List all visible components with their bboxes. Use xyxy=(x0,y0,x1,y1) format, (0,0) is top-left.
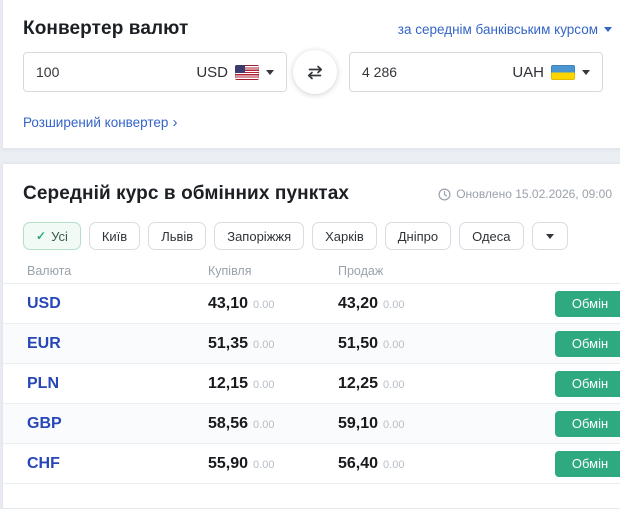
rate-table-row: GBP 58,56 0.00 59,10 0.00 Обмін xyxy=(3,404,620,444)
chip-label: Запоріжжя xyxy=(227,229,291,244)
sell-rate-change: 0.00 xyxy=(383,299,404,311)
column-header-buy: Купівля xyxy=(208,264,338,278)
sell-rate-change: 0.00 xyxy=(383,379,404,391)
sell-rate-change: 0.00 xyxy=(383,419,404,431)
chip-label: Львів xyxy=(161,229,193,244)
chip-label: Одеса xyxy=(472,229,510,244)
buy-rate-change: 0.00 xyxy=(253,459,274,471)
swap-icon xyxy=(304,64,326,81)
from-currency-select[interactable]: USD xyxy=(196,64,274,81)
exchange-rates-card: Середній курс в обмінних пунктах Оновлен… xyxy=(2,163,620,509)
caret-down-icon xyxy=(604,27,612,32)
converter-title: Конвертер валют xyxy=(23,18,188,40)
chip-label: Дніпро xyxy=(398,229,438,244)
updated-text: Оновлено 15.02.2026, 09:00 xyxy=(456,187,612,201)
exchange-button[interactable]: Обмін xyxy=(555,331,620,357)
caret-down-icon xyxy=(582,70,590,75)
city-filter-row: ✓ Усі Київ Львів Запоріжжя Харків Дніпро… xyxy=(23,222,612,250)
caret-down-icon xyxy=(546,234,554,239)
rates-table-body: USD 43,10 0.00 43,20 0.00 Обмін EUR 51,35 0… xyxy=(3,284,620,484)
chip-label: Усі xyxy=(51,229,68,244)
more-cities-chip[interactable] xyxy=(532,222,568,250)
city-chip[interactable]: Львів xyxy=(148,222,206,250)
column-header-currency: Валюта xyxy=(27,264,208,278)
rates-title: Середній курс в обмінних пунктах xyxy=(23,183,349,205)
buy-rate-value: 58,56 xyxy=(208,415,248,432)
exchange-button[interactable]: Обмін xyxy=(555,451,620,477)
table-header-row: Валюта Купівля Продаж xyxy=(3,259,620,284)
currency-code-link[interactable]: EUR xyxy=(27,335,61,352)
to-amount-input[interactable] xyxy=(362,64,472,80)
sell-rate-value: 12,25 xyxy=(338,375,378,392)
to-currency-select[interactable]: UAH xyxy=(512,64,590,81)
city-chip[interactable]: ✓ Усі xyxy=(23,222,81,250)
exchange-button[interactable]: Обмін xyxy=(555,371,620,397)
from-currency-code: USD xyxy=(196,64,228,81)
buy-rate-value: 12,15 xyxy=(208,375,248,392)
sell-rate-change: 0.00 xyxy=(383,459,404,471)
currency-code-link[interactable]: CHF xyxy=(27,455,60,472)
rate-table-row: USD 43,10 0.00 43,20 0.00 Обмін xyxy=(3,284,620,324)
chip-label: Київ xyxy=(102,229,127,244)
currency-code-link[interactable]: GBP xyxy=(27,415,62,432)
buy-rate-value: 55,90 xyxy=(208,455,248,472)
swap-currencies-button[interactable] xyxy=(293,50,337,94)
us-flag-icon xyxy=(235,65,259,80)
city-chip[interactable]: Дніпро xyxy=(385,222,451,250)
converter-card: Конвертер валют за середнім банківським … xyxy=(2,0,620,149)
city-chip[interactable]: Харків xyxy=(312,222,377,250)
caret-down-icon xyxy=(266,70,274,75)
buy-rate-change: 0.00 xyxy=(253,299,274,311)
sell-rate-value: 56,40 xyxy=(338,455,378,472)
updated-timestamp: Оновлено 15.02.2026, 09:00 xyxy=(438,187,612,201)
city-chip[interactable]: Запоріжжя xyxy=(214,222,304,250)
city-chip[interactable]: Одеса xyxy=(459,222,523,250)
buy-rate-change: 0.00 xyxy=(253,419,274,431)
buy-rate-value: 43,10 xyxy=(208,295,248,312)
sell-rate-value: 43,20 xyxy=(338,295,378,312)
clock-icon xyxy=(438,188,451,201)
sell-rate-value: 51,50 xyxy=(338,335,378,352)
currency-code-link[interactable]: PLN xyxy=(27,375,59,392)
advanced-converter-label: Розширений конвертер xyxy=(23,115,168,130)
to-currency-code: UAH xyxy=(512,64,544,81)
rate-table-row: CHF 55,90 0.00 56,40 0.00 Обмін xyxy=(3,444,620,484)
from-currency-box: USD xyxy=(23,52,287,92)
ua-flag-icon xyxy=(551,65,575,80)
sell-rate-change: 0.00 xyxy=(383,339,404,351)
to-currency-box: UAH xyxy=(349,52,603,92)
sell-rate-value: 59,10 xyxy=(338,415,378,432)
column-header-sell: Продаж xyxy=(338,264,468,278)
advanced-converter-link[interactable]: Розширений конвертер › xyxy=(23,114,177,131)
buy-rate-change: 0.00 xyxy=(253,379,274,391)
exchange-button[interactable]: Обмін xyxy=(555,411,620,437)
currency-code-link[interactable]: USD xyxy=(27,295,61,312)
from-amount-input[interactable] xyxy=(36,64,146,80)
buy-rate-value: 51,35 xyxy=(208,335,248,352)
chip-label: Харків xyxy=(325,229,364,244)
buy-rate-change: 0.00 xyxy=(253,339,274,351)
city-chip[interactable]: Київ xyxy=(89,222,140,250)
rate-mode-label: за середнім банківським курсом xyxy=(398,22,598,37)
exchange-button[interactable]: Обмін xyxy=(555,291,620,317)
rate-table-row: EUR 51,35 0.00 51,50 0.00 Обмін xyxy=(3,324,620,364)
chevron-right-icon: › xyxy=(172,114,177,131)
rate-mode-selector[interactable]: за середнім банківським курсом xyxy=(398,22,612,37)
rate-table-row: PLN 12,15 0.00 12,25 0.00 Обмін xyxy=(3,364,620,404)
check-icon: ✓ xyxy=(36,229,46,243)
